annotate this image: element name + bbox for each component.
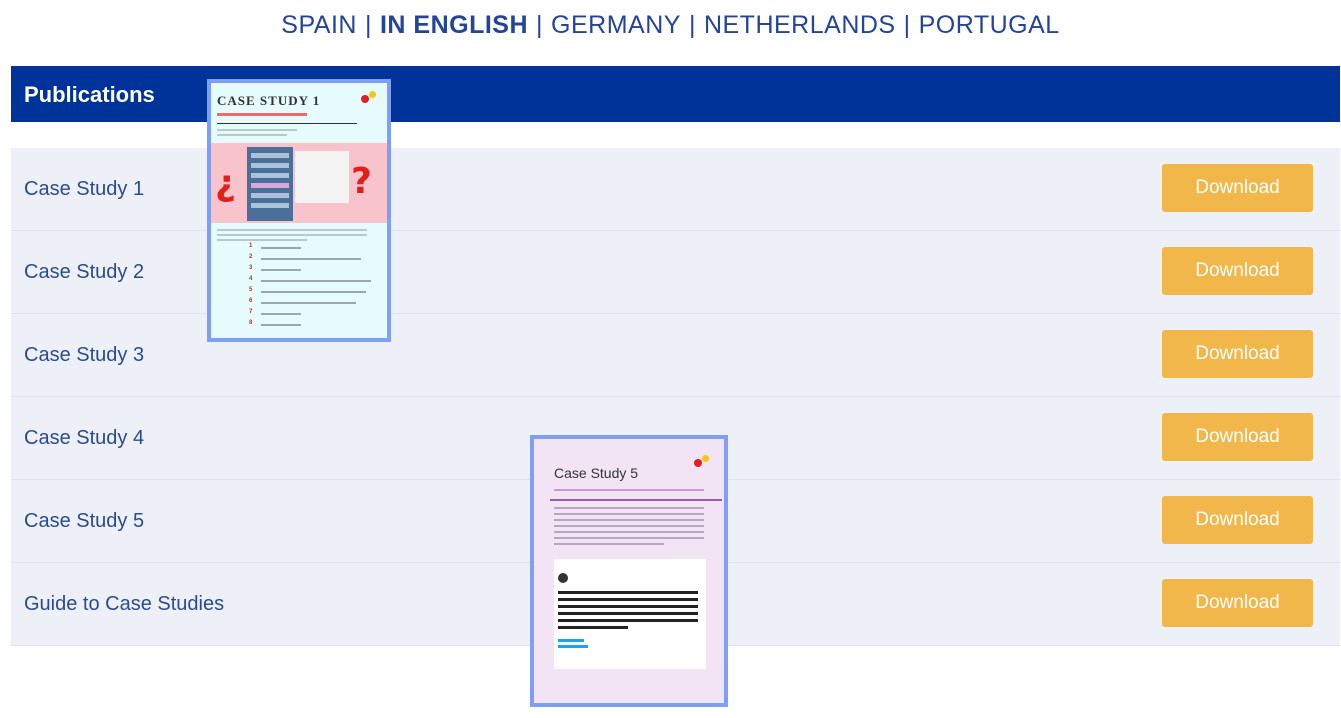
page-title: Publications (24, 82, 155, 107)
avatar (558, 573, 568, 583)
preview-text-line (217, 239, 307, 241)
logo-icon (361, 95, 369, 103)
preview-illustration-step (251, 193, 289, 198)
lang-link-germany[interactable]: GERMANY (551, 11, 681, 39)
preview-list-number: 6 (249, 298, 253, 304)
tweet-text-line (558, 598, 698, 601)
preview-list-line (261, 313, 301, 315)
preview-list-number: 2 (249, 254, 253, 260)
preview-subtitle-line (217, 113, 307, 116)
preview-list-number: 3 (249, 265, 253, 271)
nav-separator: | (364, 11, 372, 39)
preview-title: Case Study 5 (554, 465, 639, 481)
tweet-text-line (558, 591, 698, 594)
question-mark-icon: ¿ (215, 163, 236, 204)
preview-list-line (261, 302, 356, 304)
preview-list-number: 8 (249, 320, 253, 326)
download-button-case-study-5[interactable]: Download (1162, 496, 1313, 544)
preview-text-line (554, 525, 704, 527)
preview-text-line (554, 543, 664, 545)
publication-link-case-study-3[interactable]: Case Study 3 (24, 314, 144, 396)
publication-link-case-study-5[interactable]: Case Study 5 (24, 480, 144, 562)
preview-list-line (261, 324, 301, 326)
preview-text-line (217, 129, 297, 131)
tweet-text-line (558, 619, 698, 622)
lang-link-portugal[interactable]: PORTUGAL (919, 11, 1060, 39)
preview-list-line (261, 269, 301, 271)
tweet-link-line (558, 639, 584, 642)
preview-illustration-step (251, 183, 289, 188)
nav-separator: | (903, 11, 911, 39)
lang-link-netherlands[interactable]: NETHERLANDS (704, 11, 896, 39)
preview-illustration-step (251, 203, 289, 208)
tweet-text-line (558, 605, 698, 608)
preview-subtitle-line (554, 489, 704, 491)
preview-list-number: 1 (249, 243, 253, 249)
preview-divider (217, 123, 357, 124)
question-mark-icon: ? (351, 161, 372, 202)
tweet-link-line (558, 645, 588, 648)
preview-text-line (554, 507, 704, 509)
preview-title: CASE STUDY 1 (217, 93, 321, 108)
nav-separator: | (688, 11, 696, 39)
logo-icon (702, 455, 709, 462)
preview-list-number: 4 (249, 276, 253, 282)
preview-illustration-step (251, 153, 289, 158)
preview-text-line (217, 229, 367, 231)
tweet-text-line (558, 626, 628, 629)
lang-link-spain[interactable]: SPAIN (281, 11, 357, 39)
preview-text-line (217, 134, 287, 136)
publication-link-case-study-1[interactable]: Case Study 1 (24, 148, 144, 230)
publication-link-guide[interactable]: Guide to Case Studies (24, 563, 224, 645)
embedded-tweet-preview (554, 559, 706, 669)
logo-icon (694, 459, 702, 467)
preview-illustration-card (295, 151, 349, 203)
logo-icon (369, 91, 376, 98)
publication-link-case-study-4[interactable]: Case Study 4 (24, 397, 144, 479)
download-button-case-study-1[interactable]: Download (1162, 164, 1313, 212)
nav-separator: | (536, 11, 544, 39)
case-study-1-preview: CASE STUDY 1 ¿ ? 1 2 3 4 5 6 7 8 (207, 79, 391, 342)
lang-link-english[interactable]: IN ENGLISH (380, 11, 528, 39)
preview-illustration-step (251, 173, 289, 178)
preview-list-number: 7 (249, 309, 253, 315)
download-button-guide[interactable]: Download (1162, 579, 1313, 627)
preview-text-line (554, 513, 704, 515)
preview-text-line (217, 234, 367, 236)
download-button-case-study-3[interactable]: Download (1162, 330, 1313, 378)
preview-list-line (261, 280, 371, 282)
preview-illustration-step (251, 163, 289, 168)
preview-text-line (554, 531, 704, 533)
preview-list-line (261, 258, 361, 260)
preview-list-line (261, 291, 366, 293)
publication-link-case-study-2[interactable]: Case Study 2 (24, 231, 144, 313)
preview-text-line (554, 519, 704, 521)
tweet-text-line (558, 612, 698, 615)
download-button-case-study-4[interactable]: Download (1162, 413, 1313, 461)
preview-divider (550, 499, 722, 501)
preview-text-line (554, 537, 704, 539)
preview-list-number: 5 (249, 287, 253, 293)
download-button-case-study-2[interactable]: Download (1162, 247, 1313, 295)
case-study-5-preview: Case Study 5 (530, 435, 728, 707)
preview-list-line (261, 247, 301, 249)
language-nav: SPAIN | IN ENGLISH | GERMANY | NETHERLANDS | POR… (0, 10, 1341, 40)
